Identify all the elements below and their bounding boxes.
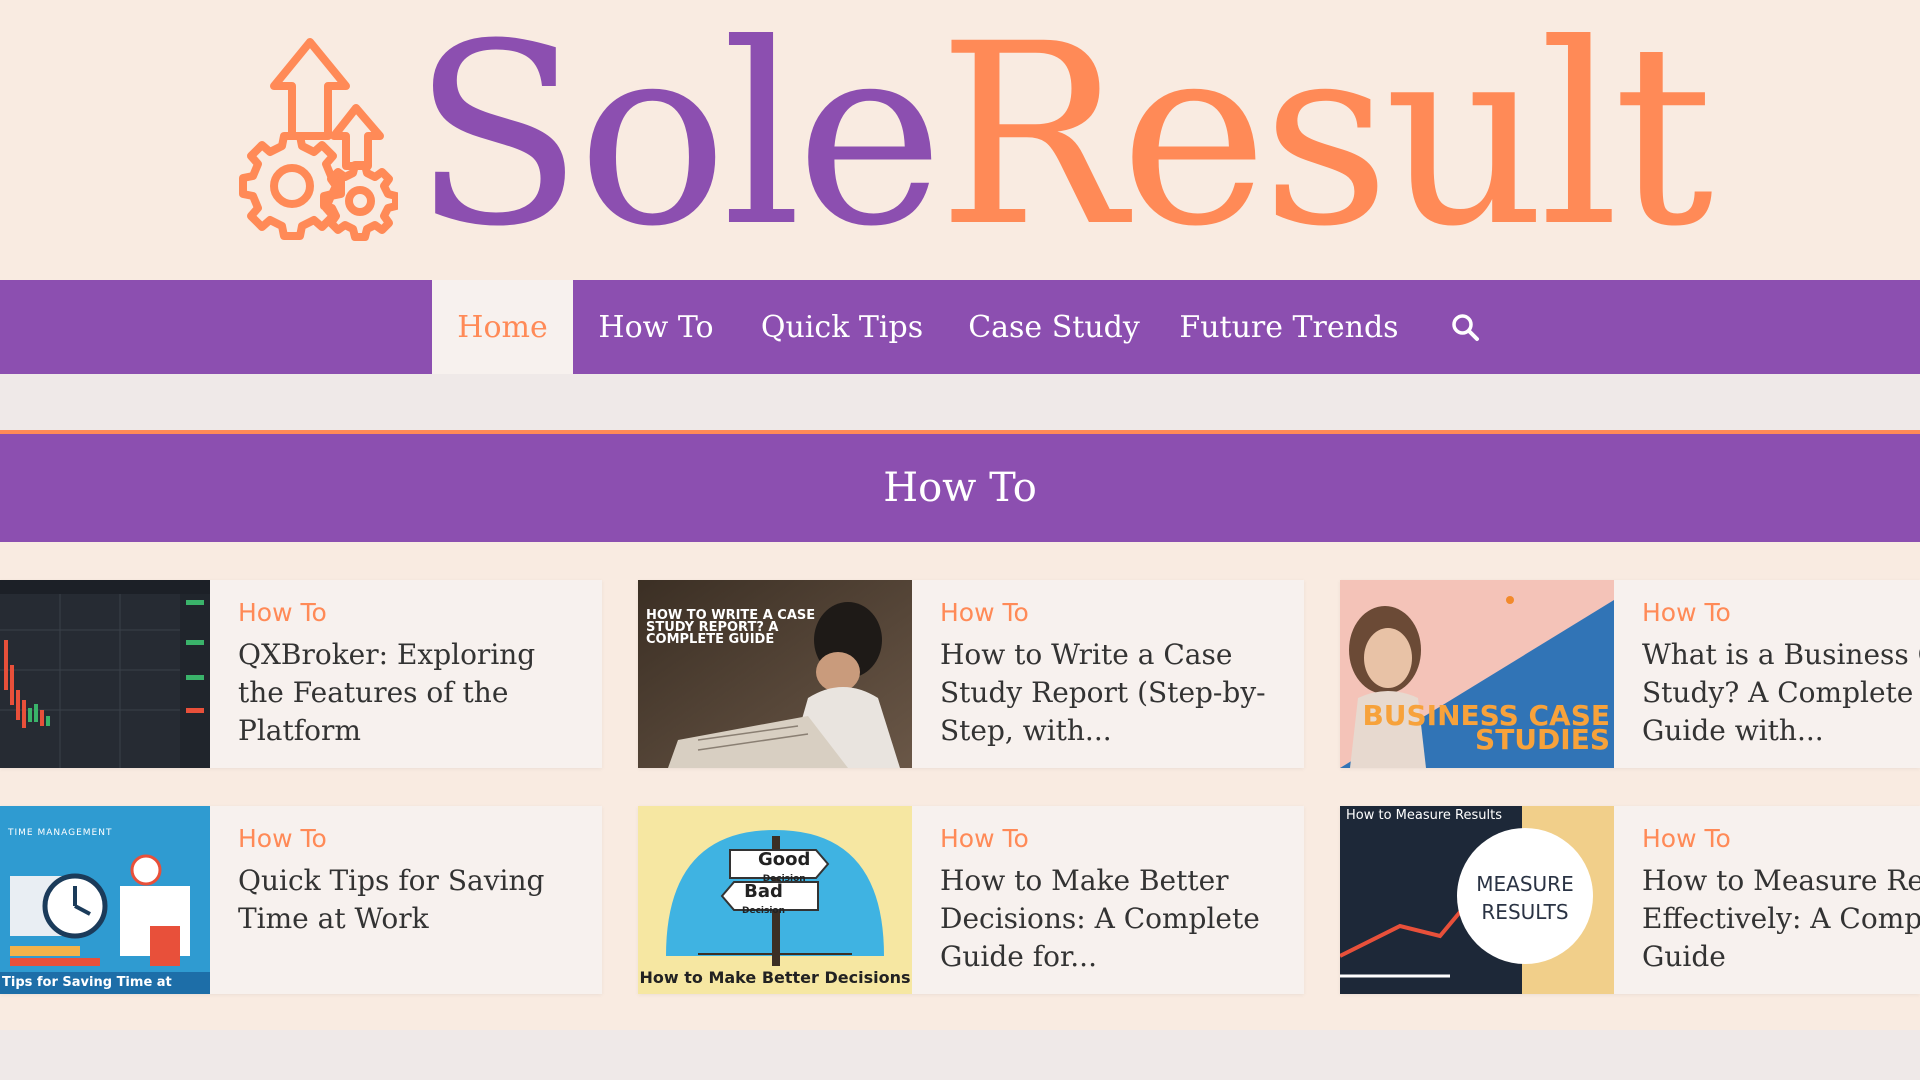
post-text: How To What is a Business Case Study? A … — [1642, 580, 1920, 768]
post-card[interactable]: BUSINESS CASE STUDIES How To What is a B… — [1340, 580, 1920, 768]
main-nav: Home How To Quick Tips Case Study Future… — [0, 280, 1920, 374]
post-title-link[interactable]: How to Measure Results Effectively: A Co… — [1642, 862, 1920, 976]
sign-bad-text: Bad — [744, 881, 783, 902]
post-category-link[interactable]: How To — [940, 598, 1280, 628]
thumbnail-caption: Tips for Saving Time at Work — [0, 972, 210, 994]
post-thumbnail[interactable] — [0, 580, 210, 768]
post-title-link[interactable]: How to Make Better Decisions: A Complete… — [940, 862, 1280, 976]
nav-item-home[interactable]: Home — [432, 280, 573, 374]
post-title-link[interactable]: QXBroker: Exploring the Features of the … — [238, 636, 578, 750]
logo-text-result: Result — [937, 0, 1714, 281]
post-card[interactable]: How to Measure Results MEASURE RESULTS H… — [1340, 806, 1920, 994]
post-category-link[interactable]: How To — [238, 824, 578, 854]
post-category-link[interactable]: How To — [1642, 598, 1920, 628]
nav-item-how-to[interactable]: How To — [584, 280, 728, 374]
section-title: How To — [883, 465, 1037, 511]
post-thumbnail[interactable]: HOW TO WRITE A CASE STUDY REPORT? A COMP… — [638, 580, 912, 768]
post-text: How To How to Write a Case Study Report … — [940, 580, 1280, 768]
post-card[interactable]: Good Decision Bad Decision How to Make Bet… — [638, 806, 1304, 994]
nav-item-case-study[interactable]: Case Study — [964, 280, 1144, 374]
thumbnail-caption: How to Make Better Decisions — [639, 968, 911, 987]
post-text: How To QXBroker: Exploring the Features … — [238, 580, 578, 768]
site-logo[interactable]: SoleResult — [412, 6, 1714, 266]
sign-good-text: Good — [758, 849, 811, 870]
post-category-link[interactable]: How To — [940, 824, 1280, 854]
post-title-link[interactable]: How to Write a Case Study Report (Step-b… — [940, 636, 1280, 750]
post-card[interactable]: HOW TO WRITE A CASE STUDY REPORT? A COMP… — [638, 580, 1304, 768]
post-title-link[interactable]: Quick Tips for Saving Time at Work — [238, 862, 578, 938]
page-bottom-band — [0, 1030, 1920, 1080]
trading-chart-thumbnail-art — [0, 580, 210, 768]
nav-item-future-trends[interactable]: Future Trends — [1178, 280, 1400, 374]
search-button[interactable] — [1440, 280, 1490, 374]
sign-bad-subtext: Decision — [742, 906, 786, 916]
site-header: SoleResult — [0, 0, 1920, 280]
nav-item-quick-tips[interactable]: Quick Tips — [752, 280, 932, 374]
logo-gears-arrows-icon[interactable] — [238, 36, 398, 244]
thumbnail-header: TIME MANAGEMENT — [8, 828, 113, 838]
spacer-band — [0, 374, 1920, 430]
sign-bad: Bad Decision — [742, 881, 786, 919]
thumbnail-caption: HOW TO WRITE A CASE STUDY REPORT? A COMP… — [646, 608, 816, 647]
post-thumbnail[interactable]: TIME MANAGEMENT Tips for Saving Time at … — [0, 806, 210, 994]
logo-text-sole: Sole — [412, 0, 944, 281]
post-text: How To Quick Tips for Saving Time at Wor… — [238, 806, 578, 994]
post-title-link[interactable]: What is a Business Case Study? A Complet… — [1642, 636, 1920, 750]
thumbnail-header: How to Measure Results — [1346, 808, 1502, 823]
post-thumbnail[interactable]: How to Measure Results MEASURE RESULTS — [1340, 806, 1614, 994]
post-card[interactable]: TIME MANAGEMENT Tips for Saving Time at … — [0, 806, 602, 994]
section-header: How To — [0, 430, 1920, 542]
post-text: How To How to Measure Results Effectivel… — [1642, 806, 1920, 994]
post-text: How To How to Make Better Decisions: A C… — [940, 806, 1280, 994]
thumbnail-caption: BUSINESS CASE STUDIES — [1362, 699, 1610, 756]
search-icon — [1452, 314, 1479, 341]
post-thumbnail[interactable]: Good Decision Bad Decision How to Make Bet… — [638, 806, 912, 994]
thumbnail-caption: MEASURE RESULTS — [1476, 872, 1574, 924]
post-category-link[interactable]: How To — [1642, 824, 1920, 854]
post-card[interactable]: How To QXBroker: Exploring the Features … — [0, 580, 602, 768]
post-category-link[interactable]: How To — [238, 598, 578, 628]
post-thumbnail[interactable]: BUSINESS CASE STUDIES — [1340, 580, 1614, 768]
